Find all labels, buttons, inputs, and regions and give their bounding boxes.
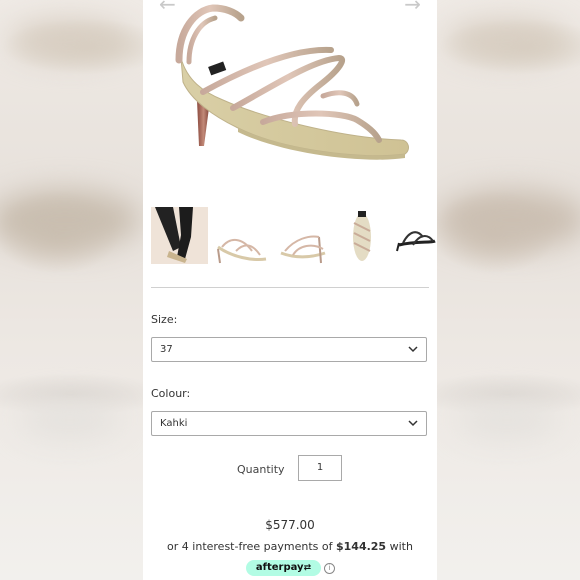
info-icon[interactable]: i bbox=[324, 563, 335, 574]
installment-text: or 4 interest-free payments of $144.25 w… bbox=[143, 540, 437, 553]
installment-prefix: or 4 interest-free payments of bbox=[167, 540, 336, 553]
installment-suffix: with bbox=[386, 540, 413, 553]
size-select-value: 37 bbox=[160, 344, 173, 355]
product-price: $577.00 bbox=[265, 518, 315, 532]
installment-amount: $144.25 bbox=[335, 540, 387, 553]
sandal-side-thumbnail[interactable] bbox=[212, 207, 269, 264]
quantity-input[interactable]: 1 bbox=[298, 455, 342, 481]
size-label: Size: bbox=[151, 313, 178, 326]
sandal-black-thumbnail[interactable] bbox=[395, 207, 437, 264]
chevron-down-icon bbox=[408, 346, 418, 353]
afterpay-badge[interactable]: afterpay⇄ bbox=[246, 560, 321, 576]
sandal-top-thumbnail[interactable] bbox=[334, 207, 391, 264]
section-divider bbox=[151, 287, 429, 288]
background-blur-left bbox=[0, 0, 143, 580]
afterpay-arrows-icon: ⇄ bbox=[303, 563, 312, 573]
quantity-label: Quantity bbox=[237, 463, 285, 476]
sandal-front-thumbnail[interactable] bbox=[273, 207, 330, 264]
thumbnail-strip bbox=[151, 207, 437, 265]
colour-select-value: Kahki bbox=[160, 418, 188, 429]
background-blur-right bbox=[437, 0, 580, 580]
chevron-down-icon bbox=[408, 420, 418, 427]
product-main-image[interactable] bbox=[143, 0, 437, 195]
model-legs-thumbnail[interactable] bbox=[151, 207, 208, 264]
afterpay-label: afterpay bbox=[255, 562, 304, 573]
colour-select[interactable]: Kahki bbox=[151, 411, 427, 436]
size-select[interactable]: 37 bbox=[151, 337, 427, 362]
product-panel: ← → Size: 37 Colour: Kahki Quantity 1 $5… bbox=[143, 0, 437, 580]
colour-label: Colour: bbox=[151, 387, 191, 400]
